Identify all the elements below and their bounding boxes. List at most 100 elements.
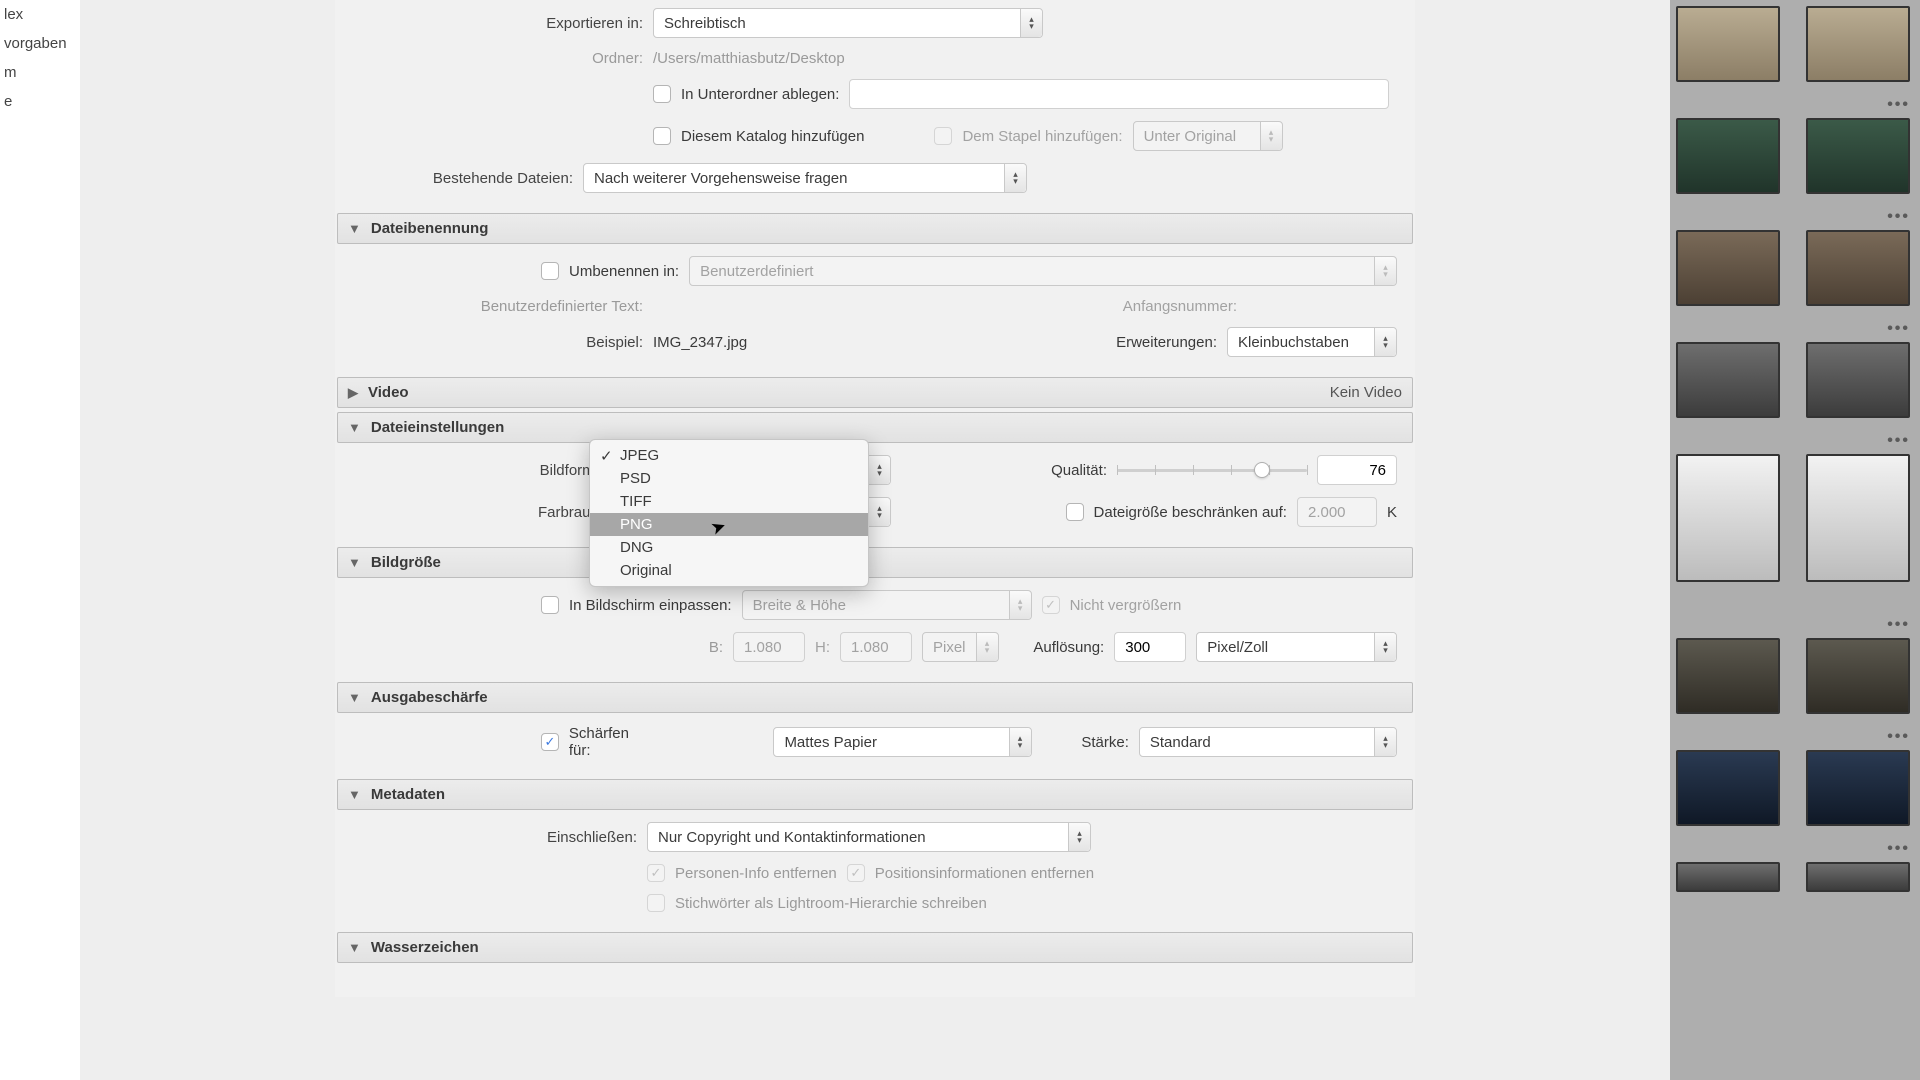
chevron-updown-icon: ▴▾ bbox=[1004, 164, 1026, 192]
sidebar-item[interactable]: e bbox=[0, 87, 80, 116]
folder-label: Ordner: bbox=[353, 50, 643, 67]
stack-position-select: Unter Original▴▾ bbox=[1133, 121, 1283, 151]
rename-checkbox[interactable] bbox=[541, 262, 559, 280]
size-unit-select: Pixel▴▾ bbox=[922, 632, 999, 662]
more-icon[interactable]: ••• bbox=[1887, 728, 1910, 746]
thumbnail[interactable] bbox=[1676, 6, 1780, 82]
keywords-hierarchy-checkbox bbox=[647, 894, 665, 912]
more-icon[interactable]: ••• bbox=[1887, 616, 1910, 634]
section-file-naming[interactable]: ▼ Dateibenennung bbox=[337, 213, 1413, 244]
thumbnail[interactable] bbox=[1806, 862, 1910, 892]
section-title: Bildgröße bbox=[371, 554, 441, 571]
more-icon[interactable]: ••• bbox=[1887, 320, 1910, 338]
section-output-sharpening[interactable]: ▼ Ausgabeschärfe bbox=[337, 682, 1413, 713]
more-icon[interactable]: ••• bbox=[1887, 840, 1910, 858]
resolution-label: Auflösung: bbox=[1033, 639, 1104, 656]
video-status: Kein Video bbox=[1330, 384, 1402, 401]
extensions-select[interactable]: Kleinbuchstaben▴▾ bbox=[1227, 327, 1397, 357]
thumbnail[interactable] bbox=[1806, 230, 1910, 306]
more-icon[interactable]: ••• bbox=[1887, 208, 1910, 226]
chevron-updown-icon: ▴▾ bbox=[1374, 257, 1396, 285]
subfolder-checkbox[interactable] bbox=[653, 85, 671, 103]
format-option-psd[interactable]: PSD bbox=[590, 467, 868, 490]
format-option-original[interactable]: Original bbox=[590, 559, 868, 582]
disclosure-down-icon: ▼ bbox=[348, 420, 361, 435]
sharpen-amount-select[interactable]: Standard▴▾ bbox=[1139, 727, 1397, 757]
add-catalog-checkbox[interactable] bbox=[653, 127, 671, 145]
metadata-include-select[interactable]: Nur Copyright und Kontaktinformationen▴▾ bbox=[647, 822, 1091, 852]
section-title: Ausgabeschärfe bbox=[371, 689, 488, 706]
sidebar-item[interactable]: vorgaben bbox=[0, 29, 80, 58]
custom-text-label: Benutzerdefinierter Text: bbox=[353, 298, 643, 315]
limit-size-label: Dateigröße beschränken auf: bbox=[1094, 504, 1287, 521]
thumbnail[interactable] bbox=[1806, 454, 1910, 582]
section-video[interactable]: ▶ Video Kein Video bbox=[337, 377, 1413, 408]
more-icon[interactable]: ••• bbox=[1887, 432, 1910, 450]
thumbnail[interactable] bbox=[1676, 230, 1780, 306]
thumbnail[interactable] bbox=[1806, 6, 1910, 82]
remove-person-checkbox: ✓ bbox=[647, 864, 665, 882]
filmstrip[interactable]: ••• ••• ••• ••• ••• ••• ••• bbox=[1670, 0, 1920, 1080]
folder-path: /Users/matthiasbutz/Desktop bbox=[653, 50, 845, 67]
image-format-dropdown[interactable]: JPEG PSD TIFF PNG DNG Original bbox=[589, 439, 869, 587]
metadata-include-label: Einschließen: bbox=[353, 829, 637, 846]
section-image-sizing[interactable]: ▼ Bildgröße bbox=[337, 547, 1413, 578]
resize-checkbox[interactable] bbox=[541, 596, 559, 614]
keywords-hierarchy-label: Stichwörter als Lightroom-Hierarchie sch… bbox=[675, 895, 987, 912]
thumbnail[interactable] bbox=[1806, 342, 1910, 418]
thumbnail[interactable] bbox=[1676, 342, 1780, 418]
quality-input[interactable] bbox=[1317, 455, 1397, 485]
thumbnail[interactable] bbox=[1676, 750, 1780, 826]
format-option-dng[interactable]: DNG bbox=[590, 536, 868, 559]
export-to-select[interactable]: Schreibtisch▴▾ bbox=[653, 8, 1043, 38]
sharpen-for-select[interactable]: Mattes Papier▴▾ bbox=[773, 727, 1031, 757]
sidebar-item[interactable]: lex bbox=[0, 0, 80, 29]
more-icon[interactable]: ••• bbox=[1887, 96, 1910, 114]
remove-person-label: Personen-Info entfernen bbox=[675, 865, 837, 882]
sharpen-checkbox[interactable]: ✓ bbox=[541, 733, 559, 751]
format-option-jpeg[interactable]: JPEG bbox=[590, 444, 868, 467]
section-title: Dateibenennung bbox=[371, 220, 489, 237]
image-format-label: Bildforma bbox=[353, 462, 603, 479]
resolution-input[interactable] bbox=[1114, 632, 1186, 662]
existing-files-select[interactable]: Nach weiterer Vorgehensweise fragen▴▾ bbox=[583, 163, 1027, 193]
thumbnail[interactable] bbox=[1806, 638, 1910, 714]
height-input bbox=[840, 632, 912, 662]
width-input bbox=[733, 632, 805, 662]
preset-sidebar[interactable]: lex vorgaben m e bbox=[0, 0, 80, 1080]
thumbnail[interactable] bbox=[1806, 750, 1910, 826]
rename-label: Umbenennen in: bbox=[569, 263, 679, 280]
limit-size-unit: K bbox=[1387, 504, 1397, 521]
chevron-updown-icon: ▴▾ bbox=[1020, 9, 1042, 37]
section-watermark[interactable]: ▼ Wasserzeichen bbox=[337, 932, 1413, 963]
section-title: Video bbox=[368, 384, 409, 401]
disclosure-down-icon: ▼ bbox=[348, 690, 361, 705]
resize-label: In Bildschirm einpassen: bbox=[569, 597, 732, 614]
quality-slider[interactable] bbox=[1117, 461, 1307, 479]
rename-template-select: Benutzerdefiniert▴▾ bbox=[689, 256, 1397, 286]
thumbnail[interactable] bbox=[1676, 638, 1780, 714]
resolution-unit-select[interactable]: Pixel/Zoll▴▾ bbox=[1196, 632, 1397, 662]
subfolder-input[interactable] bbox=[849, 79, 1389, 109]
chevron-updown-icon: ▴▾ bbox=[1374, 328, 1396, 356]
export-dialog: Exportieren in: Schreibtisch▴▾ Ordner: /… bbox=[335, 0, 1415, 997]
thumbnail[interactable] bbox=[1676, 118, 1780, 194]
sidebar-item[interactable]: m bbox=[0, 58, 80, 87]
chevron-updown-icon: ▴▾ bbox=[1260, 122, 1282, 150]
section-metadata[interactable]: ▼ Metadaten bbox=[337, 779, 1413, 810]
thumbnail[interactable] bbox=[1676, 454, 1780, 582]
disclosure-down-icon: ▼ bbox=[348, 940, 361, 955]
chevron-updown-icon: ▴▾ bbox=[1009, 728, 1031, 756]
remove-position-label: Positionsinformationen entfernen bbox=[875, 865, 1094, 882]
chevron-updown-icon: ▴▾ bbox=[1009, 591, 1031, 619]
format-option-png[interactable]: PNG bbox=[590, 513, 868, 536]
colorspace-label: Farbraum bbox=[353, 504, 603, 521]
add-stack-label: Dem Stapel hinzufügen: bbox=[962, 128, 1122, 145]
format-option-tiff[interactable]: TIFF bbox=[590, 490, 868, 513]
limit-size-checkbox[interactable] bbox=[1066, 503, 1084, 521]
thumbnail[interactable] bbox=[1676, 862, 1780, 892]
section-file-settings[interactable]: ▼ Dateieinstellungen bbox=[337, 412, 1413, 443]
resize-mode-select: Breite & Höhe▴▾ bbox=[742, 590, 1032, 620]
disclosure-down-icon: ▼ bbox=[348, 787, 361, 802]
thumbnail[interactable] bbox=[1806, 118, 1910, 194]
